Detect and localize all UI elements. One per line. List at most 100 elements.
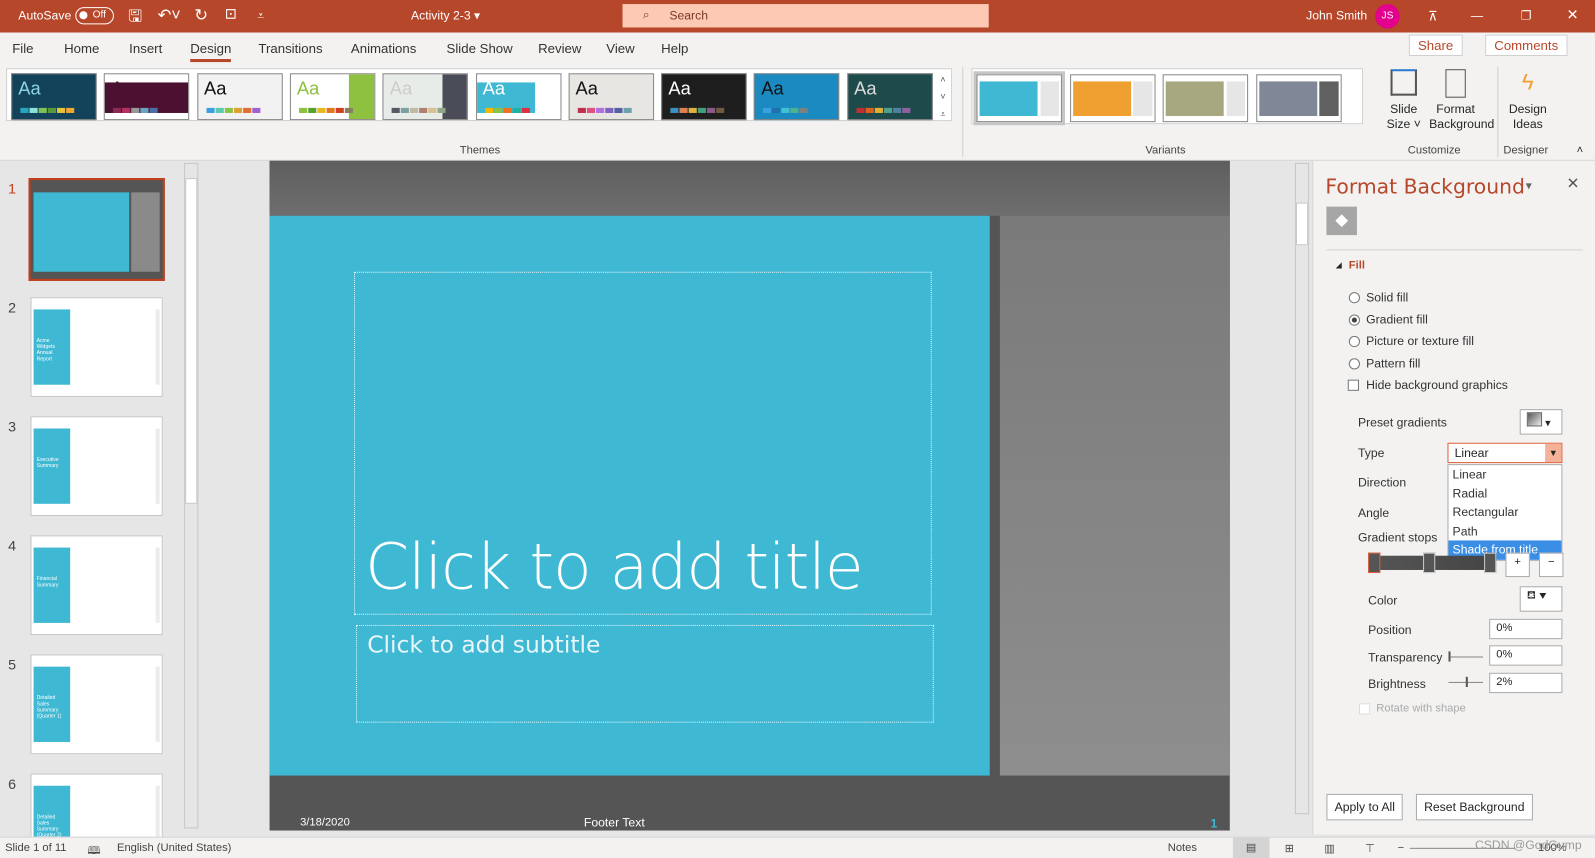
variant-thumbnail[interactable] <box>973 71 1066 126</box>
slide-thumbnail[interactable]: Executive Summary <box>30 416 163 517</box>
tab-view[interactable]: View <box>606 41 634 56</box>
collapse-ribbon-icon[interactable]: ˄ <box>1577 145 1584 157</box>
tab-insert[interactable]: Insert <box>129 41 162 56</box>
slide-thumbnail[interactable] <box>28 178 165 281</box>
save-icon[interactable]: 🖫 <box>128 5 142 32</box>
tab-slide-show[interactable]: Slide Show <box>447 41 513 56</box>
fill-section-header[interactable]: Fill <box>1349 260 1365 272</box>
slide-thumbnail[interactable]: Financial Summary <box>30 535 163 636</box>
slide-thumbnail[interactable]: Detailed Sales Summary (Quarter 1) <box>30 654 163 755</box>
theme-thumbnail[interactable]: Aa <box>11 73 97 121</box>
theme-thumbnail[interactable]: Aa <box>104 73 190 121</box>
variant-thumbnail[interactable] <box>1255 74 1342 123</box>
zoom-out-button[interactable]: − <box>1398 842 1405 854</box>
add-stop-button[interactable]: + <box>1505 552 1530 578</box>
tab-file[interactable]: File <box>12 41 33 56</box>
theme-thumbnail[interactable]: Aa <box>475 73 561 121</box>
minimize-icon[interactable]: — <box>1471 8 1483 22</box>
avatar[interactable]: JS <box>1375 4 1400 29</box>
language[interactable]: English (United States) <box>117 842 231 854</box>
comments-button[interactable]: Comments <box>1485 34 1568 56</box>
theme-thumbnail[interactable]: Aa <box>289 73 376 121</box>
theme-thumbnail[interactable]: Aa <box>568 73 654 121</box>
close-pane-icon[interactable]: ✕ <box>1566 174 1579 192</box>
fill-paint-bucket-icon[interactable]: ◆ <box>1326 206 1357 236</box>
reading-view-icon[interactable]: ▥ <box>1324 842 1335 855</box>
slideshow-icon[interactable]: ⊤ <box>1365 842 1375 855</box>
transparency-spinner[interactable]: 0% <box>1489 645 1563 666</box>
theme-thumbnail[interactable]: Aa <box>661 73 747 121</box>
radio-picture-or-texture-fill[interactable] <box>1348 336 1360 348</box>
position-spinner[interactable]: 0% <box>1489 618 1563 640</box>
swatch <box>29 107 38 113</box>
gradient-stop-3[interactable] <box>1484 552 1497 574</box>
collapse-triangle-icon[interactable]: ◢ <box>1336 261 1342 270</box>
format-background-button[interactable]: Format Background <box>1429 69 1494 132</box>
theme-thumbnail[interactable]: Aa <box>382 73 469 121</box>
slide[interactable]: Click to add title Click to add subtitle… <box>269 160 1230 831</box>
slide-thumbnail[interactable]: Acme Widgets Annual Report <box>30 297 163 397</box>
tab-review[interactable]: Review <box>538 41 581 56</box>
remove-stop-button[interactable]: − <box>1539 552 1564 578</box>
present-icon[interactable]: ⊡ <box>225 5 237 22</box>
watermark: CSDN @GodGump <box>1474 837 1582 852</box>
type-option-radial[interactable]: Radial <box>1448 484 1561 503</box>
gallery-scroll[interactable]: ˄ ˅ ⩡ <box>936 71 950 126</box>
close-icon[interactable]: ✕ <box>1566 6 1578 23</box>
theme-swatches <box>670 107 725 113</box>
search-box[interactable]: ⌕ Search <box>622 4 989 28</box>
spelling-icon[interactable]: 🕮 <box>87 842 100 858</box>
type-option-rectangular[interactable]: Rectangular <box>1448 503 1561 522</box>
gradient-stop-2[interactable] <box>1423 552 1436 574</box>
subtitle-placeholder[interactable]: Click to add subtitle <box>356 624 934 723</box>
reset-background-button[interactable]: Reset Background <box>1415 793 1533 821</box>
pane-options-icon[interactable]: ▾ <box>1526 178 1532 192</box>
tab-home[interactable]: Home <box>64 41 99 56</box>
design-ideas-button[interactable]: ϟ Design Ideas <box>1507 69 1548 132</box>
normal-view-icon[interactable]: ▤ <box>1232 837 1270 858</box>
theme-thumbnail[interactable]: Aa <box>196 73 283 121</box>
scroll-thumb[interactable] <box>185 178 198 504</box>
chevron-down-icon[interactable]: ▼ <box>1545 443 1562 463</box>
tab-help[interactable]: Help <box>661 41 688 56</box>
redo-icon[interactable]: ↻ <box>194 5 208 25</box>
radio-solid-fill[interactable] <box>1348 292 1360 304</box>
restore-icon[interactable]: ❐ <box>1521 8 1532 22</box>
gradient-stop-1[interactable] <box>1368 552 1381 574</box>
ribbon-display-icon[interactable]: ⊼ <box>1428 8 1438 24</box>
tab-transitions[interactable]: Transitions <box>258 41 322 56</box>
apply-to-all-button[interactable]: Apply to All <box>1326 793 1404 821</box>
share-button[interactable]: Share <box>1408 34 1463 56</box>
canvas-scrollbar[interactable] <box>1294 162 1310 815</box>
theme-thumbnail[interactable]: Aa <box>847 73 933 121</box>
gradient-stops-bar[interactable] <box>1368 552 1497 574</box>
radio-gradient-fill[interactable] <box>1348 314 1360 326</box>
preset-gradients-dropdown[interactable]: ▾ <box>1519 409 1563 435</box>
type-option-linear[interactable]: Linear <box>1448 465 1561 484</box>
brightness-spinner[interactable]: 2% <box>1489 672 1563 694</box>
slide-sorter-icon[interactable]: ⊞ <box>1285 842 1294 855</box>
variant-thumbnail[interactable] <box>1162 74 1249 123</box>
theme-thumbnail[interactable]: Aa <box>754 73 840 121</box>
autosave-toggle[interactable]: Off <box>75 7 114 25</box>
hide-bg-checkbox[interactable] <box>1347 379 1359 391</box>
thumb-side <box>155 547 160 623</box>
radio-pattern-fill[interactable] <box>1348 358 1360 370</box>
brightness-slider[interactable] <box>1448 676 1484 688</box>
customize-qat-icon[interactable]: ⩡ <box>257 8 264 23</box>
slide-size-button[interactable]: Slide Size ˅ <box>1383 69 1424 132</box>
title-placeholder[interactable]: Click to add title <box>353 271 932 615</box>
type-dropdown[interactable]: Linear ▼ <box>1447 442 1563 464</box>
type-option-path[interactable]: Path <box>1448 522 1561 541</box>
tab-animations[interactable]: Animations <box>351 41 416 56</box>
undo-icon[interactable]: ↶˅ <box>158 5 181 25</box>
variant-thumbnail[interactable] <box>1069 74 1156 123</box>
tab-design[interactable]: Design <box>190 41 232 63</box>
notes-button[interactable]: Notes <box>1168 842 1197 854</box>
transparency-slider[interactable] <box>1448 651 1484 662</box>
user-name[interactable]: John Smith <box>1306 8 1367 22</box>
document-title[interactable]: Activity 2-3 ▾ <box>411 8 480 22</box>
color-picker-button[interactable]: ⛾ ▾ <box>1519 586 1563 612</box>
thumbnail-scrollbar[interactable] <box>184 162 199 829</box>
scroll-thumb[interactable] <box>1295 202 1309 246</box>
